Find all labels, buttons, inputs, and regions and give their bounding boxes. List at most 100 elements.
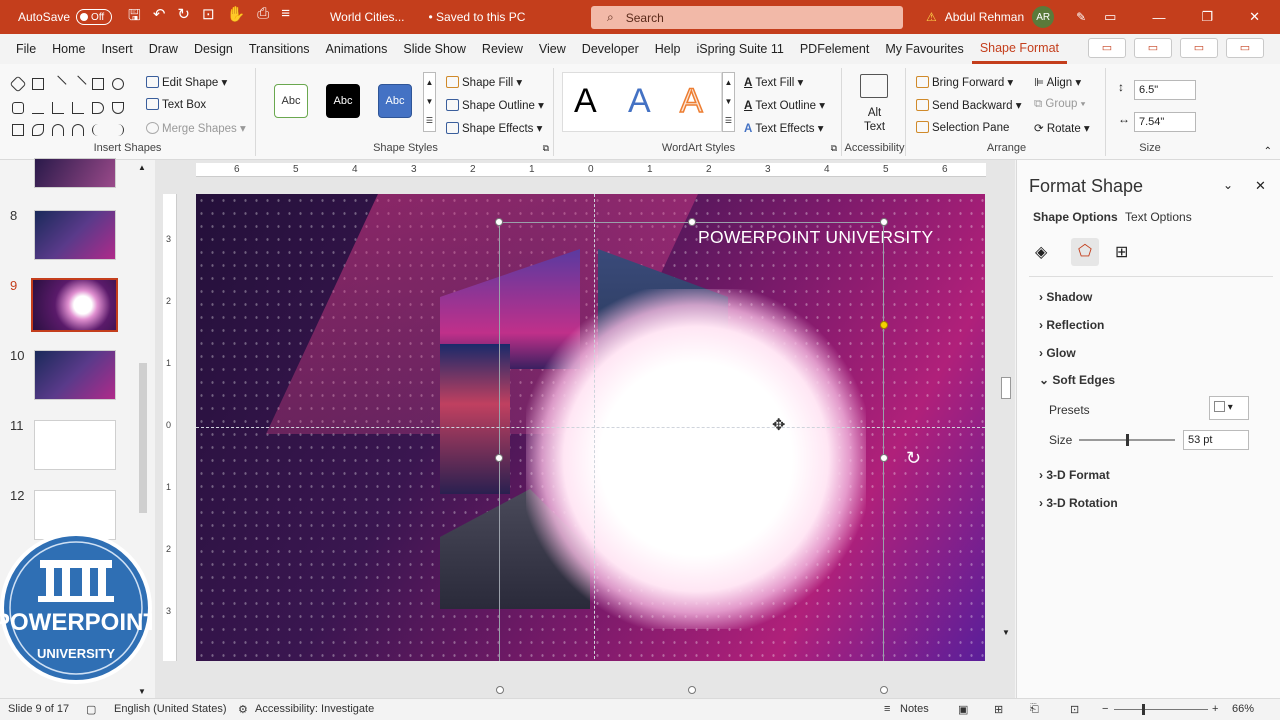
resize-handle[interactable] [495, 454, 503, 462]
send-backward-button[interactable]: Send Backward ▾ [916, 98, 1022, 112]
edit-shape-button[interactable]: Edit Shape ▾ [146, 75, 227, 89]
autosave-toggle[interactable]: AutoSave Off [18, 9, 113, 25]
rectangle-shape-icon[interactable] [92, 78, 104, 90]
slide-thumbnail-10[interactable] [34, 350, 116, 400]
shape-style-white[interactable]: Abc [274, 84, 308, 118]
search-box[interactable]: ⌕ Search [591, 6, 903, 29]
tab-help[interactable]: Help [647, 34, 689, 64]
tab-home[interactable]: Home [44, 34, 93, 64]
tab-ispring-suite-11[interactable]: iSpring Suite 11 [689, 34, 792, 64]
resize-handle[interactable] [688, 686, 696, 694]
wordart-gallery-scroll[interactable]: ▲ ▼ ☰ [722, 72, 735, 132]
triangle-shape-icon[interactable] [32, 102, 44, 114]
tab-shape-options[interactable]: Shape Options [1033, 210, 1118, 224]
collapse-ribbon-icon[interactable]: ⌃ [1264, 146, 1272, 157]
text-effects-button[interactable]: A Text Effects ▾ [744, 121, 824, 135]
tab-view[interactable]: View [531, 34, 574, 64]
pen-icon[interactable]: ✎ [1076, 10, 1086, 24]
rectangle-small-icon[interactable] [12, 124, 24, 136]
shape-style-blue[interactable]: Abc [378, 84, 412, 118]
undo-icon[interactable]: ↶ [153, 5, 166, 30]
rounded-rect-shape-icon[interactable] [12, 102, 24, 114]
freeform-shape-icon[interactable] [32, 124, 44, 136]
zoom-slider[interactable] [1114, 704, 1208, 715]
shape-styles-gallery-scroll[interactable]: ▲ ▼ ☰ [423, 72, 436, 132]
record-icon[interactable]: ▭ [1134, 38, 1172, 58]
oval-shape-icon[interactable] [112, 78, 124, 90]
slide-thumbnail-11[interactable] [34, 420, 116, 470]
wordart-dialog-launcher-icon[interactable]: ⧉ [831, 143, 837, 154]
resize-handle[interactable] [496, 686, 504, 694]
canvas-scroll-thumb[interactable] [1001, 377, 1011, 399]
alt-text-button[interactable]: Alt Text [864, 106, 885, 134]
accessibility-status[interactable]: Accessibility: Investigate [255, 703, 374, 715]
save-icon[interactable]: 🖫 [128, 5, 141, 30]
tab-my-favourites[interactable]: My Favourites [877, 34, 972, 64]
comments-icon[interactable]: ▭ [1088, 38, 1126, 58]
textbox-shape-icon[interactable] [32, 78, 44, 90]
section-shadow[interactable]: › Shadow [1039, 290, 1092, 304]
zoom-out-icon[interactable]: − [1102, 703, 1108, 715]
reading-view-icon[interactable]: ⎗ [1030, 703, 1039, 716]
text-box-button[interactable]: Text Box [146, 98, 206, 111]
chevron-down-icon[interactable]: ⌄ [1223, 178, 1233, 192]
bring-forward-button[interactable]: Bring Forward ▾ [916, 75, 1013, 89]
scroll-down-icon[interactable]: ▼ [138, 687, 146, 696]
zoom-in-icon[interactable]: + [1212, 703, 1218, 715]
wordart-black[interactable]: A [574, 82, 597, 121]
selection-frame[interactable] [499, 222, 884, 661]
share-icon[interactable]: ▭ [1226, 38, 1264, 58]
resize-handle[interactable] [880, 218, 888, 226]
shape-style-black[interactable]: Abc [326, 84, 360, 118]
wordart-blue[interactable]: A [628, 82, 651, 121]
scroll-up-icon[interactable]: ▲ [138, 163, 146, 172]
rotation-handle-icon[interactable]: ↻ [906, 448, 921, 469]
merge-shapes-button[interactable]: Merge Shapes ▾ [146, 121, 246, 135]
tab-animations[interactable]: Animations [318, 34, 396, 64]
slide-thumbnail-9[interactable] [31, 278, 118, 332]
close-icon[interactable]: ✕ [1249, 9, 1260, 25]
arc-shape-icon[interactable] [52, 124, 64, 136]
soft-edges-size-slider[interactable] [1079, 434, 1175, 446]
user-area[interactable]: ⚠ Abdul Rehman AR ✎ [926, 0, 1086, 34]
tab-transitions[interactable]: Transitions [241, 34, 318, 64]
shape-fill-button[interactable]: Shape Fill ▾ [446, 75, 522, 89]
align-button[interactable]: ⊫ Align ▾ [1034, 75, 1081, 89]
tab-draw[interactable]: Draw [141, 34, 186, 64]
present-icon[interactable]: ⊡ [202, 5, 215, 30]
redo-icon[interactable]: ↻ [177, 5, 190, 30]
selection-pane-button[interactable]: Selection Pane [916, 121, 1009, 134]
slider-thumb[interactable] [1126, 434, 1129, 446]
text-outline-button[interactable]: A Text Outline ▾ [744, 98, 825, 112]
text-fill-button[interactable]: A Text Fill ▾ [744, 75, 803, 89]
resize-handle[interactable] [880, 686, 888, 694]
zoom-slider-thumb[interactable] [1142, 704, 1145, 715]
left-brace-icon[interactable] [92, 124, 104, 136]
avatar[interactable]: AR [1032, 6, 1055, 28]
size-properties-icon[interactable]: ⊞ [1115, 242, 1128, 262]
adjustment-handle[interactable] [880, 321, 888, 329]
elbow-connector-icon[interactable] [52, 102, 64, 114]
right-brace-icon[interactable] [112, 124, 124, 136]
tab-design[interactable]: Design [186, 34, 241, 64]
spelling-icon[interactable]: ▢ [86, 703, 96, 716]
shape-effects-button[interactable]: Shape Effects ▾ [446, 121, 542, 135]
tab-developer[interactable]: Developer [574, 34, 647, 64]
dialog-launcher-icon[interactable]: ⧉ [543, 143, 549, 154]
language-status[interactable]: English (United States) [114, 703, 227, 715]
arrow-line-shape-icon[interactable] [69, 75, 87, 93]
tab-file[interactable]: File [8, 34, 44, 64]
section-reflection[interactable]: › Reflection [1039, 318, 1104, 332]
presets-dropdown[interactable]: ▾ [1209, 396, 1249, 420]
alt-text-icon[interactable] [860, 74, 888, 98]
shape-width-input[interactable]: 7.54" [1134, 112, 1196, 132]
soft-edges-size-input[interactable]: 53 pt [1183, 430, 1249, 450]
tab-review[interactable]: Review [474, 34, 531, 64]
slide-thumbnail-7[interactable] [34, 158, 116, 188]
section-soft-edges[interactable]: ⌄ Soft Edges [1039, 373, 1115, 387]
slide-sorter-icon[interactable]: ⊞ [994, 703, 1003, 716]
ribbon-display-icon[interactable]: ▭ [1104, 9, 1116, 25]
minimize-icon[interactable]: — [1152, 10, 1165, 25]
section-3d-rotation[interactable]: › 3-D Rotation [1039, 496, 1118, 510]
normal-view-icon[interactable]: ▣ [958, 703, 968, 716]
